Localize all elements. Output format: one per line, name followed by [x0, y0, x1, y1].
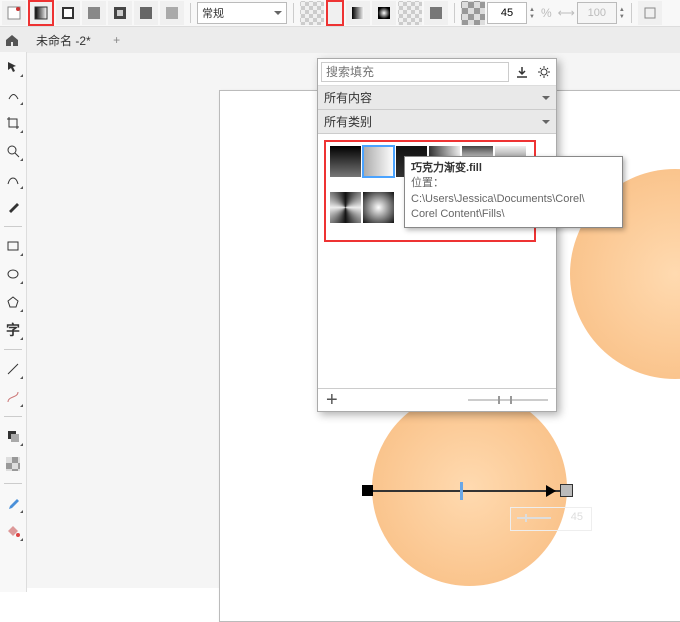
fill-swatch[interactable] — [363, 192, 394, 223]
separator — [293, 3, 294, 23]
filter-label: 所有类别 — [324, 113, 372, 130]
import-icon[interactable] — [513, 63, 531, 81]
fill-mode-7-button[interactable] — [160, 1, 184, 25]
pick-tool[interactable] — [2, 56, 24, 78]
dimension-tool[interactable] — [2, 358, 24, 380]
shape-tool[interactable] — [2, 84, 24, 106]
zoom-tool[interactable] — [2, 140, 24, 162]
fill-mode-4-button[interactable] — [82, 1, 106, 25]
rectangle-tool[interactable] — [2, 235, 24, 257]
gradient-mid-node[interactable] — [460, 482, 463, 500]
transparency-tool[interactable] — [2, 453, 24, 475]
pattern-fill-button[interactable] — [56, 1, 80, 25]
fill-tooltip: 巧克力渐变.fill 位置：C:\Users\Jessica\Documents… — [404, 156, 623, 228]
separator — [4, 416, 22, 417]
fill-picker-popup: 所有内容 所有类别 + — [317, 58, 557, 412]
separator — [190, 3, 191, 23]
style-dropdown[interactable]: 常规 — [197, 2, 287, 24]
chevron-down-icon — [542, 96, 550, 100]
opacity-input — [577, 2, 617, 24]
add-fill-button[interactable]: + — [326, 393, 338, 407]
artistic-media-tool[interactable] — [2, 196, 24, 218]
separator — [4, 349, 22, 350]
fill-swatch[interactable] — [330, 146, 361, 177]
text-tool[interactable]: 字 — [2, 319, 24, 341]
category-filter-dropdown[interactable]: 所有类别 — [318, 110, 556, 134]
style-value: 常规 — [202, 5, 224, 21]
gradient-axis[interactable] — [368, 490, 568, 492]
grad-type-3-button[interactable] — [398, 1, 422, 25]
inline-value: 45 — [571, 511, 583, 523]
grad-type-2-button[interactable] — [372, 1, 396, 25]
angle-spinners[interactable]: ▲▼ — [529, 7, 535, 20]
extra-option-button[interactable] — [638, 1, 662, 25]
ellipse-object-2[interactable] — [372, 391, 567, 586]
inline-value-widget: 45 — [510, 507, 592, 531]
gradient-picker-dropdown[interactable] — [326, 0, 344, 26]
opacity-icon — [461, 1, 485, 25]
connector-tool[interactable] — [2, 386, 24, 408]
fill-mode-1-button[interactable] — [2, 1, 26, 25]
fill-swatch[interactable] — [330, 192, 361, 223]
crop-tool[interactable] — [2, 112, 24, 134]
grad-type-1-button[interactable] — [346, 1, 370, 25]
content-filter-dropdown[interactable]: 所有内容 — [318, 86, 556, 110]
tooltip-title: 巧克力渐变.fill — [411, 161, 616, 176]
fill-tool[interactable] — [2, 520, 24, 542]
home-icon[interactable] — [4, 32, 20, 48]
angle-input[interactable] — [487, 2, 527, 24]
eyedropper-tool[interactable] — [2, 492, 24, 514]
fill-swatch-selected[interactable] — [363, 146, 394, 177]
tooltip-path: 位置：C:\Users\Jessica\Documents\Corel\ Cor… — [411, 176, 616, 222]
gear-icon[interactable] — [535, 63, 553, 81]
gradient-end-node[interactable] — [560, 484, 573, 497]
thumbnail-size-slider[interactable] — [468, 399, 548, 401]
freehand-tool[interactable] — [2, 168, 24, 190]
top-toolbar: 常规 ▲▼ % ⟷ ▲▼ — [0, 0, 680, 27]
document-tab-bar: 未命名 -2* + — [0, 27, 680, 54]
chevron-down-icon — [542, 120, 550, 124]
document-name: 未命名 -2* — [36, 34, 91, 48]
new-tab-button[interactable]: + — [107, 33, 127, 47]
toolbox: 字 — [0, 52, 27, 592]
fill-search-row — [318, 59, 556, 86]
separator — [4, 226, 22, 227]
fill-mode-5-button[interactable] — [108, 1, 132, 25]
fill-search-input[interactable] — [321, 62, 509, 82]
chevron-down-icon — [274, 11, 282, 15]
separator — [4, 483, 22, 484]
polygon-tool[interactable] — [2, 291, 24, 313]
opacity-spinners: ▲▼ — [619, 7, 625, 20]
plus-icon: + — [113, 33, 120, 47]
ellipse-tool[interactable] — [2, 263, 24, 285]
drop-shadow-tool[interactable] — [2, 425, 24, 447]
gradient-fill-button[interactable] — [28, 0, 54, 26]
separator — [454, 3, 455, 23]
grad-type-4-button[interactable] — [424, 1, 448, 25]
opacity-link-icon: ⟷ — [558, 6, 575, 20]
transparency-type-button[interactable] — [300, 1, 324, 25]
gradient-start-node[interactable] — [362, 485, 373, 496]
fill-popup-footer: + — [318, 388, 556, 411]
document-tab[interactable]: 未命名 -2* — [28, 32, 99, 49]
filter-label: 所有内容 — [324, 89, 372, 106]
fill-mode-6-button[interactable] — [134, 1, 158, 25]
separator — [631, 3, 632, 23]
canvas[interactable]: 45 所有内容 所有类别 + — [27, 53, 680, 588]
percent-label: % — [541, 6, 552, 20]
gradient-arrow-icon — [546, 485, 556, 497]
